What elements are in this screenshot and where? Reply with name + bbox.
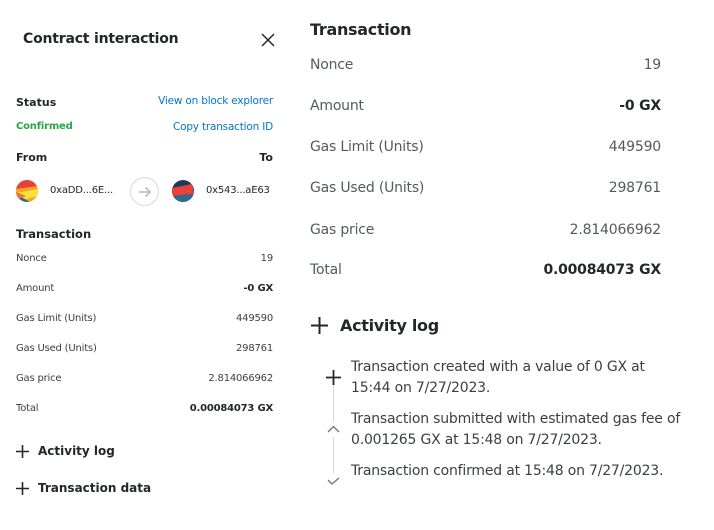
activity-log-entry: Transaction created with a value of 0 GX… xyxy=(351,359,645,396)
row-label: Nonce xyxy=(310,57,354,73)
detail-row-gas-limit: Gas Limit (Units) 449590 xyxy=(16,313,273,329)
row-value: 298761 xyxy=(236,343,273,354)
plus-icon xyxy=(311,317,328,334)
row-label: Gas Limit (Units) xyxy=(310,139,424,155)
row-value: 19 xyxy=(643,57,662,73)
activity-log-label: Activity log xyxy=(38,444,115,458)
row-value: -0 GX xyxy=(243,283,273,294)
row-value: 19 xyxy=(260,253,274,264)
plus-icon xyxy=(16,481,29,495)
activity-log-label: Activity log xyxy=(340,316,439,335)
transaction-section-title: Transaction xyxy=(310,20,412,39)
detail-row-total: Total 0.00084073 GX xyxy=(310,262,661,284)
row-label: Amount xyxy=(310,98,364,114)
check-icon xyxy=(326,474,341,489)
detail-row-amount: Amount -0 GX xyxy=(310,98,661,120)
activity-log-toggle[interactable]: Activity log xyxy=(311,316,439,335)
to-avatar xyxy=(172,180,194,202)
row-value: 2.814066962 xyxy=(208,373,273,384)
row-label: Gas Used (Units) xyxy=(16,343,97,354)
row-label: Gas price xyxy=(16,373,62,384)
row-label: Total xyxy=(16,403,39,414)
status-label: Status xyxy=(16,96,57,109)
detail-row-gas-used: Gas Used (Units) 298761 xyxy=(16,343,273,359)
transaction-section-title: Transaction xyxy=(16,227,92,241)
detail-row-gas-limit: Gas Limit (Units) 449590 xyxy=(310,139,661,161)
status-badge: Confirmed xyxy=(16,121,73,132)
from-label: From xyxy=(16,151,48,164)
row-label: Gas price xyxy=(310,222,375,238)
row-label: Amount xyxy=(16,283,55,294)
row-value: 0.00084073 GX xyxy=(543,262,661,278)
detail-row-gas-price: Gas price 2.814066962 xyxy=(16,373,273,389)
transaction-data-toggle[interactable]: Transaction data xyxy=(16,481,151,495)
copy-transaction-id-link[interactable]: Copy transaction ID xyxy=(173,121,273,133)
transaction-data-label: Transaction data xyxy=(38,481,152,495)
page-title: Contract interaction xyxy=(23,31,179,47)
detail-row-total: Total 0.00084073 GX xyxy=(16,403,273,419)
chevron-up-icon xyxy=(326,422,341,437)
detail-row-gas-price: Gas price 2.814066962 xyxy=(310,222,661,244)
detail-row-gas-used: Gas Used (Units) 298761 xyxy=(310,180,661,202)
row-value: -0 GX xyxy=(619,98,661,114)
detail-row-nonce: Nonce 19 xyxy=(310,57,661,79)
row-label: Gas Used (Units) xyxy=(310,180,425,196)
from-avatar xyxy=(16,180,38,202)
to-address[interactable]: 0x543...aE63 xyxy=(206,185,270,196)
plus-icon xyxy=(326,370,341,385)
row-value: 449590 xyxy=(236,313,273,324)
direction-arrow xyxy=(130,177,159,206)
activity-log-toggle[interactable]: Activity log xyxy=(16,444,115,458)
activity-log-entry: Transaction submitted with estimated gas… xyxy=(351,411,681,448)
from-address[interactable]: 0xaDD...6E... xyxy=(50,185,113,196)
row-label: Gas Limit (Units) xyxy=(16,313,97,324)
activity-log-entry: Transaction confirmed at 15:48 on 7/27/2… xyxy=(351,463,664,479)
close-icon xyxy=(261,33,275,47)
row-label: Nonce xyxy=(16,253,47,264)
transaction-details-panel: Contract interaction Status Confirmed Vi… xyxy=(0,0,290,530)
close-button[interactable] xyxy=(259,31,277,49)
row-value: 0.00084073 GX xyxy=(189,403,273,414)
row-value: 298761 xyxy=(608,180,661,196)
to-label: To xyxy=(259,151,273,164)
plus-icon xyxy=(16,444,29,458)
detail-row-amount: Amount -0 GX xyxy=(16,283,273,299)
row-value: 449590 xyxy=(608,139,661,155)
arrow-right-icon xyxy=(139,186,152,198)
row-label: Total xyxy=(310,262,342,278)
row-value: 2.814066962 xyxy=(569,222,662,238)
detail-row-nonce: Nonce 19 xyxy=(16,253,273,269)
view-on-block-explorer-link[interactable]: View on block explorer xyxy=(158,95,273,107)
